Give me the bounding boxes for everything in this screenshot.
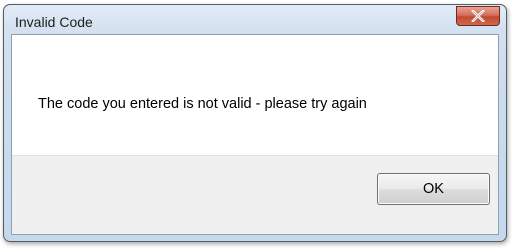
dialog-message: The code you entered is not valid - plea… xyxy=(38,96,367,112)
dialog-button-bar: OK xyxy=(12,155,498,234)
close-icon xyxy=(471,10,485,22)
dialog-window: Invalid Code The code you entered is not… xyxy=(3,4,507,242)
ok-button[interactable]: OK xyxy=(377,173,490,205)
dialog-title: Invalid Code xyxy=(15,14,93,30)
close-button[interactable] xyxy=(456,6,500,26)
dialog-content: The code you entered is not valid - plea… xyxy=(11,34,499,235)
